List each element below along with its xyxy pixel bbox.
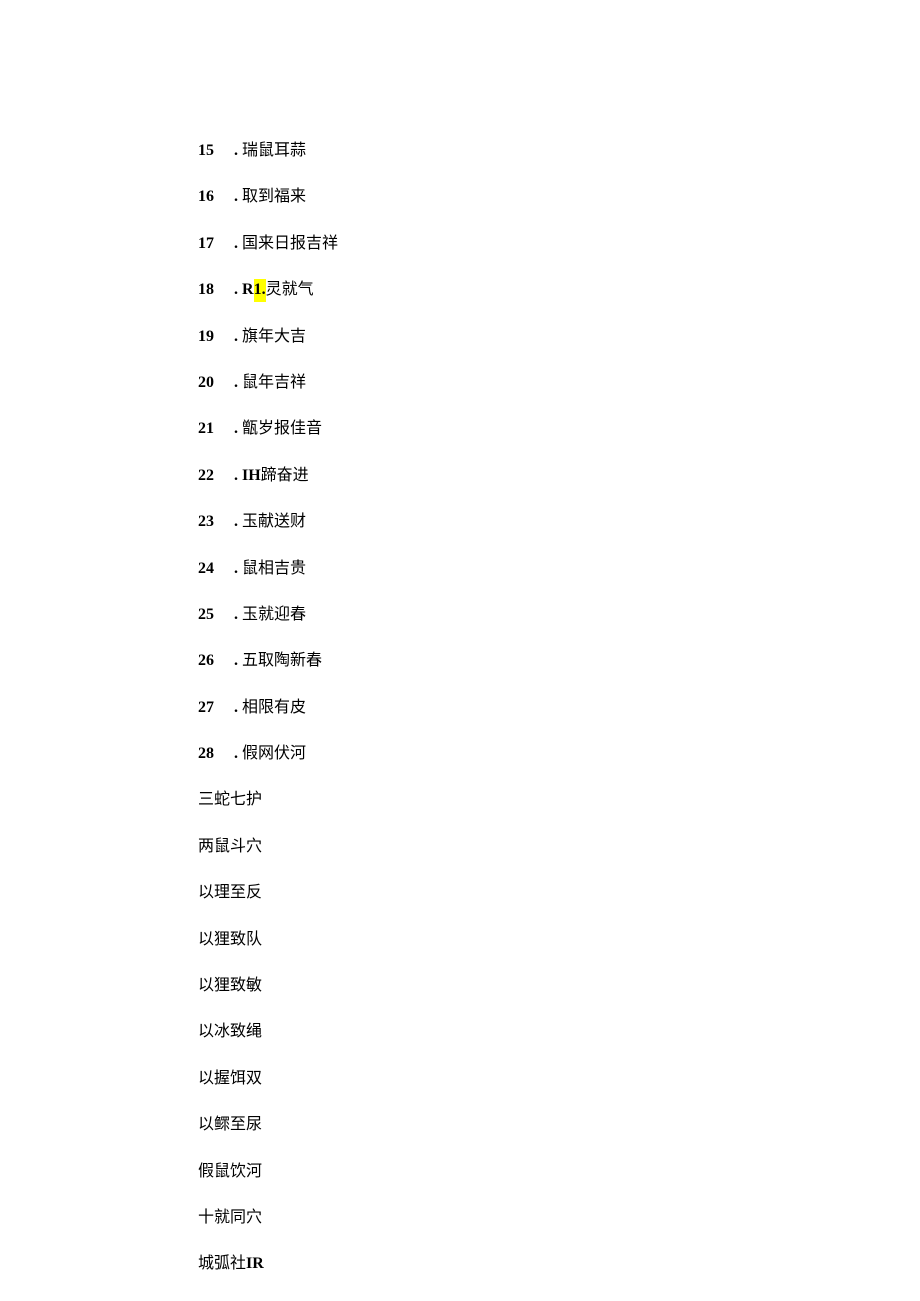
numbered-list-item: 20. 鼠年吉祥 <box>198 372 920 394</box>
numbered-list-item: 19.旗年大吉 <box>198 326 920 348</box>
item-separator: . <box>234 140 238 162</box>
item-number: 16 <box>198 186 220 208</box>
item-text: 旗年大吉 <box>242 326 306 348</box>
item-number: 19 <box>198 326 220 348</box>
item-text: 取到福来 <box>242 186 306 208</box>
item-separator: . <box>234 372 238 394</box>
numbered-list-item: 18.R1.灵就气 <box>198 279 920 301</box>
item-text: 瑞鼠耳蒜 <box>242 140 306 162</box>
numbered-list-item: 24.鼠相吉贵 <box>198 558 920 580</box>
item-number: 26 <box>198 650 220 672</box>
list-item: 以鳏至尿 <box>198 1114 920 1136</box>
item-separator: . <box>234 233 238 255</box>
list-item: 假鼠饮河 <box>198 1161 920 1183</box>
item-text: 假网伏河 <box>242 743 306 765</box>
numbered-list-item: 23. 玉献送财 <box>198 511 920 533</box>
numbered-list-item: 16. 取到福来 <box>198 186 920 208</box>
item-text: 玉就迎春 <box>242 604 306 626</box>
item-prefix: R <box>242 279 254 301</box>
item-text: 玉献送财 <box>242 511 306 533</box>
numbered-list-item: 22.IH蹄奋进 <box>198 465 920 487</box>
list-item: 城弧社IR <box>198 1253 920 1275</box>
item-separator: . <box>234 186 238 208</box>
item-separator: . <box>234 279 238 301</box>
list-item: 三蛇七护 <box>198 789 920 811</box>
numbered-list-item: 21.甑岁报佳音 <box>198 418 920 440</box>
item-separator: . <box>234 650 238 672</box>
item-prefix: IH <box>242 465 261 487</box>
item-separator: . <box>234 326 238 348</box>
item-number: 18 <box>198 279 220 301</box>
list-item: 以狸致队 <box>198 929 920 951</box>
item-number: 20 <box>198 372 220 394</box>
list-item: 十就同穴 <box>198 1207 920 1229</box>
item-number: 24 <box>198 558 220 580</box>
item-number: 15 <box>198 140 220 162</box>
item-text: 相限有皮 <box>242 697 306 719</box>
item-separator: . <box>234 418 238 440</box>
list-item: 以理至反 <box>198 882 920 904</box>
item-number: 22 <box>198 465 220 487</box>
item-text: 甑岁报佳音 <box>242 418 322 440</box>
list-item: 以冰致绳 <box>198 1021 920 1043</box>
list-item: 两鼠斗穴 <box>198 836 920 858</box>
document-content: 15.瑞鼠耳蒜16. 取到福来17.国来日报吉祥18.R1.灵就气19.旗年大吉… <box>198 140 920 1276</box>
item-number: 25 <box>198 604 220 626</box>
numbered-list-item: 17.国来日报吉祥 <box>198 233 920 255</box>
item-separator: . <box>234 511 238 533</box>
list-item: 以握饵双 <box>198 1068 920 1090</box>
item-number: 21 <box>198 418 220 440</box>
item-number: 17 <box>198 233 220 255</box>
item-number: 28 <box>198 743 220 765</box>
numbered-list-item: 25. 玉就迎春 <box>198 604 920 626</box>
item-separator: . <box>234 697 238 719</box>
item-text: 城弧社 <box>198 1255 246 1272</box>
item-number: 27 <box>198 697 220 719</box>
list-item: 以狸致敏 <box>198 975 920 997</box>
item-suffix: IR <box>246 1255 264 1272</box>
numbered-list-item: 26.五取陶新春 <box>198 650 920 672</box>
item-separator: . <box>234 604 238 626</box>
numbered-list-item: 28. 假网伏河 <box>198 743 920 765</box>
item-text: 灵就气 <box>266 279 314 301</box>
numbered-list-item: 15.瑞鼠耳蒜 <box>198 140 920 162</box>
item-separator: . <box>234 558 238 580</box>
item-number: 23 <box>198 511 220 533</box>
item-text: 蹄奋进 <box>261 465 309 487</box>
item-text: 五取陶新春 <box>242 650 322 672</box>
highlighted-text: 1. <box>254 279 266 301</box>
item-text: 国来日报吉祥 <box>242 233 338 255</box>
numbered-list-item: 27.相限有皮 <box>198 697 920 719</box>
item-separator: . <box>234 743 238 765</box>
item-text: 鼠年吉祥 <box>242 372 306 394</box>
item-text: 鼠相吉贵 <box>242 558 306 580</box>
item-separator: . <box>234 465 238 487</box>
